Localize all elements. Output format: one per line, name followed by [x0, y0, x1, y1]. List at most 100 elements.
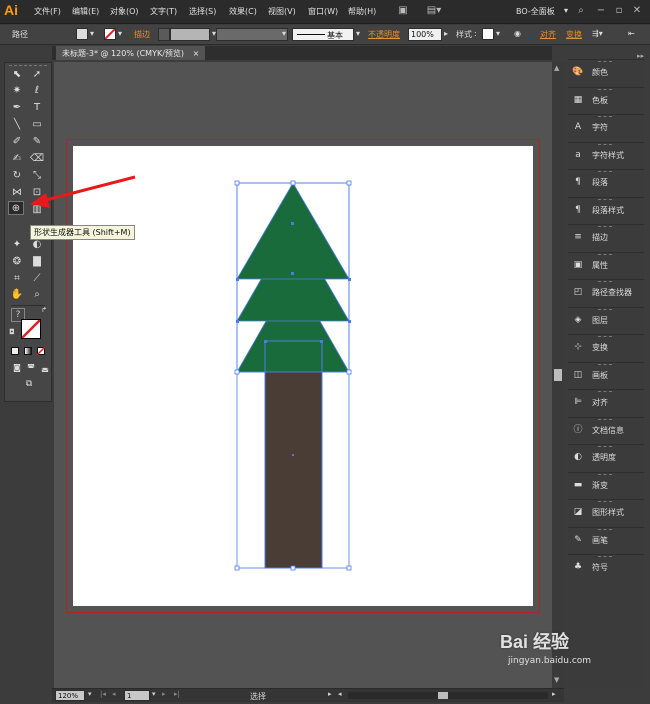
- panel-grip: [598, 61, 612, 62]
- artboard-dropdown-icon[interactable]: ▾: [152, 690, 156, 698]
- doc-info-icon: ⓘ: [573, 424, 583, 435]
- graphic-style-icon: ◪: [573, 507, 583, 517]
- last-artboard-icon[interactable]: ▸|: [174, 690, 180, 698]
- pathfinder-icon: ◰: [573, 287, 583, 297]
- scroll-up-icon[interactable]: ▲: [554, 64, 559, 72]
- panel-grip: [598, 336, 612, 337]
- tool-tooltip: 形状生成器工具 (Shift+M): [30, 225, 135, 240]
- panel-grip: [598, 253, 612, 255]
- panel-item-label: 描边: [592, 233, 608, 242]
- symbol-icon: ♣: [573, 562, 583, 572]
- panel-item[interactable]: ¶ 段落: [568, 169, 644, 193]
- panel-grip: [598, 501, 612, 502]
- panel-item-label: 变换: [592, 343, 608, 352]
- panel-grip: [598, 143, 612, 145]
- align-icon: ⊫: [574, 397, 582, 407]
- panel-grip: [598, 528, 612, 530]
- panel-item[interactable]: ⊹ 变换: [568, 334, 644, 358]
- horizontal-scrollbar[interactable]: [348, 692, 548, 699]
- panel-item-label: 段落样式: [592, 205, 624, 215]
- layers-icon: ◈: [574, 314, 582, 325]
- panel-item-label: 符号: [592, 563, 608, 572]
- panel-grip: [598, 446, 612, 447]
- panel-item-label: 段落: [592, 178, 608, 187]
- panel-grip: [598, 281, 612, 282]
- attributes-icon: ▣: [573, 259, 583, 270]
- status-mode-text: 选择: [250, 692, 266, 701]
- panel-item-label: 文档信息: [592, 425, 624, 435]
- next-artboard-icon[interactable]: ▸: [162, 690, 166, 698]
- zoom-dropdown-icon[interactable]: ▾: [88, 690, 92, 698]
- panel-grip: [598, 363, 612, 365]
- panel-item[interactable]: ▬ 渐变: [568, 471, 644, 496]
- transparency-icon: ◐: [574, 452, 582, 462]
- first-artboard-icon[interactable]: |◂: [100, 690, 106, 698]
- panel-item-label: 色板: [592, 95, 608, 105]
- gradient-icon: ▬: [573, 479, 583, 490]
- panel-item[interactable]: ♣ 符号: [568, 554, 644, 578]
- tree-tier-top[interactable]: [236, 182, 350, 280]
- status-bar: 120% ▾ |◂ ◂ 1 ▾ ▸ ▸| 选择 ▸ ◂ ▸: [52, 688, 564, 702]
- panel-item[interactable]: 🎨 颜色: [568, 59, 644, 83]
- panel-item[interactable]: ✎ 画笔: [568, 526, 644, 551]
- panel-grip: [598, 226, 612, 227]
- panel-grip: [598, 171, 612, 172]
- hscroll-left-icon[interactable]: ◂: [338, 690, 342, 698]
- hscroll-thumb[interactable]: [438, 692, 448, 699]
- panel-item[interactable]: a 字符样式: [568, 141, 644, 166]
- panel-item[interactable]: ≡ 描边: [568, 224, 644, 248]
- panel-item[interactable]: ▦ 色板: [568, 86, 644, 111]
- panel-item-label: 字符: [592, 123, 608, 132]
- scroll-down-icon[interactable]: ▼: [554, 676, 559, 684]
- panel-item[interactable]: ¶ 段落样式: [568, 196, 644, 221]
- transform-icon: ⊹: [574, 342, 582, 352]
- paragraph-style-icon: ¶: [575, 204, 581, 215]
- scroll-thumb[interactable]: [554, 369, 562, 381]
- panel-item-label: 属性: [592, 260, 608, 270]
- panel-grip: [598, 391, 612, 392]
- character-style-icon: a: [575, 149, 581, 160]
- character-icon: A: [574, 122, 582, 132]
- stroke-icon: ≡: [574, 232, 582, 242]
- panel-item[interactable]: ⊫ 对齐: [568, 389, 644, 413]
- paragraph-icon: ¶: [575, 177, 581, 187]
- status-menu-icon[interactable]: ▸: [328, 690, 332, 698]
- panel-item[interactable]: ◫ 画板: [568, 361, 644, 386]
- panel-grip: [598, 473, 612, 475]
- palette-icon: 🎨: [572, 67, 584, 77]
- panel-item[interactable]: ◐ 透明度: [568, 444, 644, 468]
- panel-item[interactable]: ◰ 路径查找器: [568, 279, 644, 303]
- panel-item-label: 图层: [592, 315, 608, 325]
- panel-item-label: 透明度: [592, 453, 616, 462]
- panel-grip: [598, 88, 612, 90]
- panel-item-label: 图形样式: [592, 508, 624, 517]
- panel-item-label: 渐变: [592, 480, 608, 490]
- watermark-brand: Bai 经验: [500, 632, 570, 652]
- panel-item-label: 画笔: [592, 535, 608, 545]
- panel-item[interactable]: ◪ 图形样式: [568, 499, 644, 523]
- panel-item[interactable]: ◈ 图层: [568, 306, 644, 331]
- panel-item[interactable]: ⓘ 文档信息: [568, 416, 644, 441]
- artboard-icon: ◫: [573, 369, 583, 380]
- panel-grip: [598, 198, 612, 200]
- panel-grip: [598, 418, 612, 420]
- panel-item-label: 画板: [592, 370, 608, 380]
- panel-item-label: 字符样式: [592, 150, 624, 160]
- swatches-icon: ▦: [573, 94, 583, 105]
- vertical-scrollbar[interactable]: ▲ ▼: [552, 62, 564, 688]
- annotation-arrow: [41, 175, 136, 203]
- panel-item[interactable]: A 字符: [568, 114, 644, 138]
- panel-grip: [598, 556, 612, 557]
- panel-item[interactable]: ▣ 属性: [568, 251, 644, 276]
- hscroll-right-icon[interactable]: ▸: [552, 690, 556, 698]
- brush-icon: ✎: [574, 534, 582, 545]
- zoom-field[interactable]: 120%: [55, 690, 85, 701]
- watermark-url: jingyan.baidu.com: [508, 656, 592, 666]
- panel-item-label: 对齐: [592, 398, 608, 407]
- panel-item-label: 路径查找器: [592, 288, 632, 297]
- watermark: Bai 经验 jingyan.baidu.com: [500, 628, 591, 666]
- panel-grip: [598, 308, 612, 310]
- artboard-number-field[interactable]: 1: [124, 690, 150, 701]
- prev-artboard-icon[interactable]: ◂: [112, 690, 116, 698]
- annotation-arrowhead: [30, 193, 50, 208]
